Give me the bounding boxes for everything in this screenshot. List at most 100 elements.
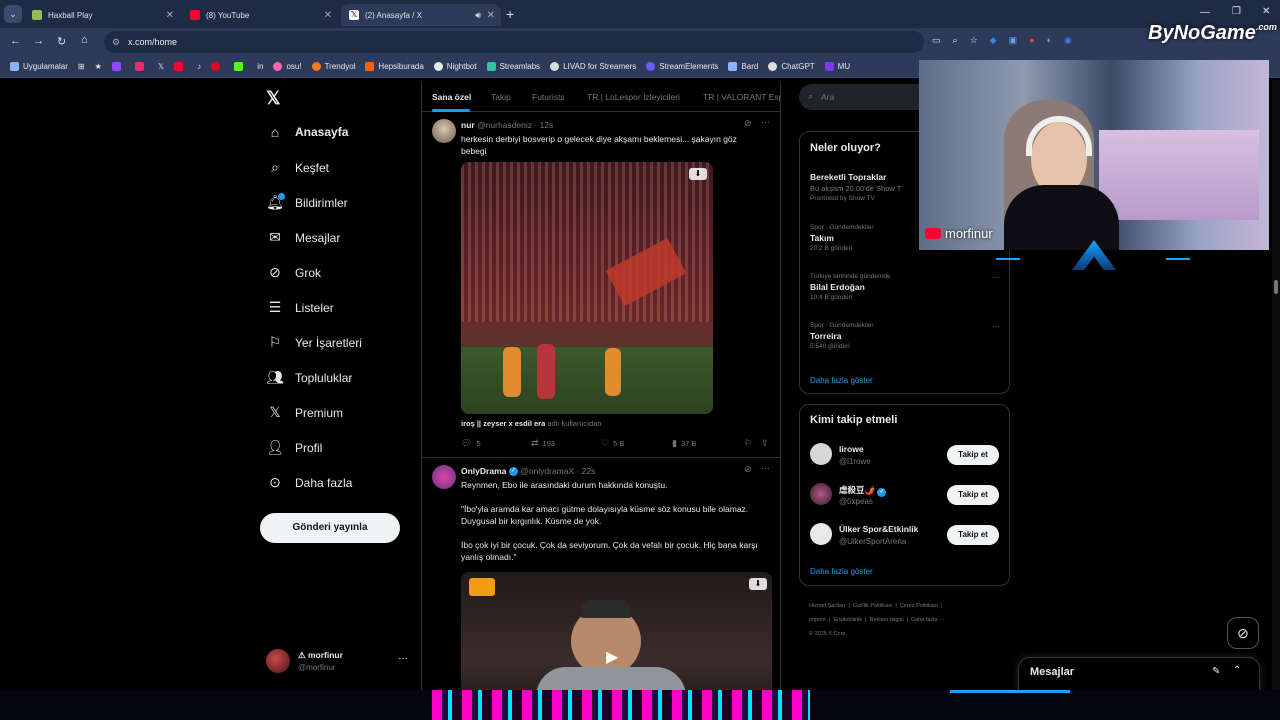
page-scrollbar[interactable] xyxy=(1272,80,1280,690)
speaker-icon[interactable]: 🔊︎ xyxy=(475,10,481,21)
zoom-icon[interactable]: ⌕ xyxy=(953,35,958,46)
forward-icon[interactable]: → xyxy=(33,35,44,47)
instagram-icon[interactable] xyxy=(134,62,148,71)
follow-suggestion[interactable]: 虐殺豆🌶️ ✓ @0xpeas Takip et xyxy=(810,481,1010,511)
more-dots-icon[interactable]: ··· xyxy=(992,322,1000,331)
tab-haxball[interactable]: Haxball Play ✕ xyxy=(24,4,180,26)
footer-link[interactable]: Hizmet Şartları xyxy=(809,603,845,609)
extension-icon[interactable]: ◆ xyxy=(990,35,997,46)
show-more-follow-link[interactable]: Daha fazla göster xyxy=(810,567,873,576)
bookmark-chatgpt[interactable]: ChatGPT xyxy=(768,62,815,71)
star-bookmark-icon[interactable]: ★ xyxy=(95,62,102,71)
tab-valorant[interactable]: TR | VALORANT Esp xyxy=(703,92,780,102)
author-name[interactable]: OnlyDrama xyxy=(461,466,506,476)
nav-more[interactable]: ⊙ Daha fazla xyxy=(266,474,352,491)
nav-messages[interactable]: ✉ Mesajlar xyxy=(266,229,340,246)
grok-float-icon[interactable]: ⊘ xyxy=(1227,617,1259,649)
nav-bookmarks[interactable]: ⚐ Yer İşaretleri xyxy=(266,334,362,351)
scrollbar-thumb[interactable] xyxy=(1274,280,1278,294)
more-dots-icon[interactable]: ··· xyxy=(761,117,770,127)
retweet-action[interactable]: ⇄ 193 xyxy=(531,438,555,449)
pinterest-icon[interactable] xyxy=(211,62,224,71)
youtube-bookmark-icon[interactable] xyxy=(174,62,187,71)
kick-icon[interactable] xyxy=(234,62,247,71)
more-dots-icon[interactable]: ··· xyxy=(761,463,770,473)
maximize-icon[interactable]: ❐ xyxy=(1232,6,1241,17)
bookmark-livad[interactable]: LIVAD for Streamers xyxy=(550,62,636,71)
download-icon[interactable]: ⬇ xyxy=(689,168,707,180)
extension-icon[interactable]: ● xyxy=(1029,35,1034,46)
bookmark-trendyol[interactable]: Trendyol xyxy=(311,62,355,71)
footer-link[interactable]: Daha fazla ··· xyxy=(911,617,944,623)
cast-icon[interactable]: ▭ xyxy=(932,35,941,46)
site-info-icon[interactable]: ⚙ xyxy=(112,31,120,53)
bookmark-nightbot[interactable]: Nightbot xyxy=(433,62,477,71)
reload-icon[interactable]: ↻ xyxy=(57,35,66,48)
follow-suggestion[interactable]: Ülker Spor&Etkinlik @UlkerSportArena Tak… xyxy=(810,521,1010,551)
nav-premium[interactable]: 𝕏 Premium xyxy=(266,404,343,421)
post-button[interactable]: Gönderi yayınla xyxy=(260,513,400,543)
like-action[interactable]: ♡ 5 B xyxy=(601,438,624,449)
bookmark-osu[interactable]: osu! xyxy=(273,62,302,71)
nav-profile[interactable]: 👤︎ Profil xyxy=(266,439,322,456)
linkedin-icon[interactable]: in xyxy=(257,62,263,71)
extension-icon[interactable]: ◉ xyxy=(1064,35,1072,46)
grok-icon[interactable]: ⊘ xyxy=(744,464,752,475)
bookmark-streamelements[interactable]: StreamElements xyxy=(646,62,718,71)
bookmark-tweet-icon[interactable]: ⚐ xyxy=(744,438,756,449)
x-bookmark-icon[interactable]: 𝕏 xyxy=(158,62,164,71)
x-logo-icon[interactable]: 𝕏 xyxy=(266,88,281,109)
tiktok-icon[interactable]: ♪ xyxy=(197,62,201,71)
new-tab-icon[interactable]: + xyxy=(506,6,514,22)
follow-suggestion[interactable]: lirowe @l1rowe Takip et xyxy=(810,441,1010,471)
footer-link[interactable]: Erişilebilirlik xyxy=(833,617,862,623)
tab-futurists[interactable]: Futurists xyxy=(532,92,565,102)
account-switcher[interactable]: ⚠ morfinur @morfinur ··· xyxy=(266,647,408,675)
tweet[interactable]: nur @nurhasdeniz · 12s ⊘ ··· herkesin de… xyxy=(422,113,780,458)
author-handle[interactable]: @nurhasdeniz · 12s xyxy=(477,120,553,130)
bookmark-streamlabs[interactable]: Streamlabs xyxy=(486,62,540,71)
share-icon[interactable]: ⇪ xyxy=(761,438,773,449)
minimize-icon[interactable]: — xyxy=(1200,7,1210,18)
extension-icon[interactable]: ◐ xyxy=(1047,35,1052,46)
footer-link[interactable]: Reklam bilgisi xyxy=(870,617,904,623)
tab-lolespor[interactable]: TR | LoLespor İzleyicileri xyxy=(587,92,680,102)
follow-button[interactable]: Takip et xyxy=(947,445,999,465)
address-bar[interactable]: ⚙ x.com/home xyxy=(104,31,924,53)
nav-grok[interactable]: ⊘ Grok xyxy=(266,264,321,281)
tweet-video[interactable]: ⬇ xyxy=(461,162,713,414)
extension-icon[interactable]: ▣ xyxy=(1009,35,1018,46)
trend-item[interactable]: Spor · Gündemdekiler Torreira 5.540 gönd… xyxy=(810,322,1000,350)
twitch-icon[interactable] xyxy=(111,62,125,71)
footer-link[interactable]: Gizlilik Politikası xyxy=(853,603,892,609)
bookmark-apps[interactable]: Uygulamalar xyxy=(10,62,68,71)
tab-search-icon[interactable]: ⌄ xyxy=(4,5,22,23)
star-icon[interactable]: ☆ xyxy=(970,35,978,46)
bookmark-mu[interactable]: MU xyxy=(824,62,850,71)
nav-lists[interactable]: ☰ Listeler xyxy=(266,299,334,316)
play-icon[interactable]: ▶ xyxy=(606,647,618,667)
views-action[interactable]: ▮ 37 B xyxy=(672,438,696,449)
new-message-icon[interactable]: ✎ xyxy=(1212,666,1220,677)
tweet[interactable]: OnlyDrama ✓ @onlydramaX · 22s ⊘ ··· Reyn… xyxy=(422,459,780,720)
download-icon[interactable]: ⬇ xyxy=(749,578,767,590)
close-window-icon[interactable]: ✕ xyxy=(1262,6,1270,17)
home-button-icon[interactable]: ⌂ xyxy=(81,34,88,46)
author-name[interactable]: nur xyxy=(461,120,475,130)
nav-communities[interactable]: 👥︎ Topluluklar xyxy=(266,369,352,386)
close-tab-icon[interactable]: ✕ xyxy=(324,10,332,21)
close-tab-icon[interactable]: ✕ xyxy=(487,10,495,21)
nav-explore[interactable]: ⌕ Keşfet xyxy=(266,159,329,176)
nav-home[interactable]: ⌂ Anasayfa xyxy=(266,124,349,140)
back-icon[interactable]: ← xyxy=(10,35,21,47)
tab-for-you[interactable]: Sana özel xyxy=(432,92,471,102)
bookmark-bard[interactable]: Bard xyxy=(728,62,758,71)
tab-x-home[interactable]: 𝕏 (2) Anasayfa / X 🔊︎ ✕ xyxy=(341,4,501,26)
avatar[interactable] xyxy=(432,119,456,143)
follow-button[interactable]: Takip et xyxy=(947,525,999,545)
tab-youtube[interactable]: (8) YouTube ✕ xyxy=(182,4,338,26)
trend-item[interactable]: Türkiye tarihinde gündemde Bilal Erdoğan… xyxy=(810,273,1000,301)
bookmark-hepsiburada[interactable]: Hepsiburada xyxy=(365,62,424,71)
reply-action[interactable]: 💬︎ 5 xyxy=(461,438,481,449)
caption-user[interactable]: iroş || zeyser x esdil era xyxy=(461,419,545,428)
